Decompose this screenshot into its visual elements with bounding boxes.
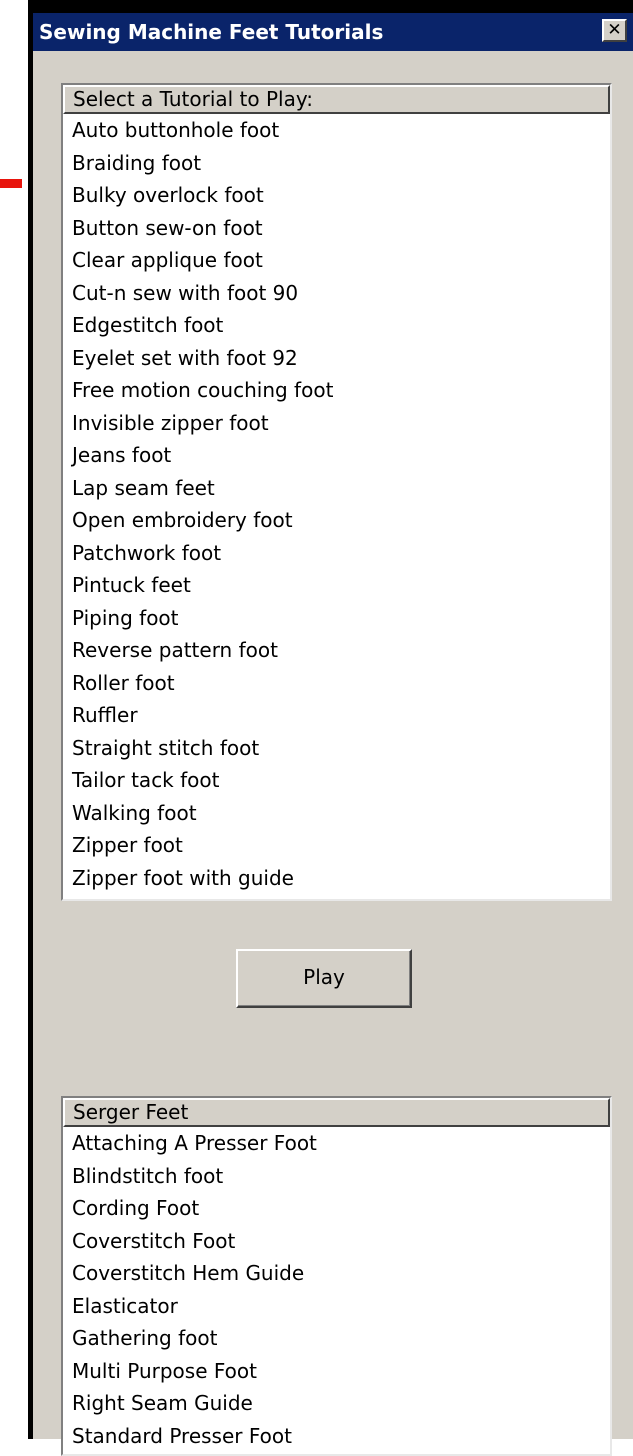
tutorial-list-item[interactable]: Braiding foot — [63, 147, 610, 180]
tutorial-list-item[interactable]: Pintuck feet — [63, 569, 610, 602]
tutorial-list-item[interactable]: Open embroidery foot — [63, 504, 610, 537]
tutorial-list-item[interactable]: Button sew-on foot — [63, 212, 610, 245]
page-background — [0, 0, 28, 1439]
serger-list-item[interactable]: Blindstitch foot — [63, 1160, 610, 1193]
serger-list-item[interactable]: Multi Purpose Foot — [63, 1355, 610, 1388]
tutorial-list-item[interactable]: Free motion couching foot — [63, 374, 610, 407]
tutorial-list-item[interactable]: Eyelet set with foot 92 — [63, 342, 610, 375]
tutorial-list-item[interactable]: Reverse pattern foot — [63, 634, 610, 667]
serger-list-item[interactable]: Coverstitch Foot — [63, 1225, 610, 1258]
tutorial-list-item[interactable]: Jeans foot — [63, 439, 610, 472]
tutorial-list-item[interactable]: Clear applique foot — [63, 244, 610, 277]
tutorial-list-item[interactable]: Bulky overlock foot — [63, 179, 610, 212]
tutorial-list-item[interactable]: Roller foot — [63, 667, 610, 700]
play-button[interactable]: Play — [236, 949, 412, 1008]
serger-listbox[interactable]: Serger Feet Attaching A Presser Foot Blin… — [61, 1096, 612, 1456]
close-icon: ✕ — [607, 20, 622, 40]
serger-list-item[interactable]: Right Seam Guide — [63, 1387, 610, 1420]
close-button[interactable]: ✕ — [602, 19, 627, 42]
tutorial-list-item[interactable]: Zipper foot — [63, 829, 610, 862]
tutorial-list-header[interactable]: Select a Tutorial to Play: — [63, 85, 610, 114]
tutorial-list-item[interactable]: Lap seam feet — [63, 472, 610, 505]
tutorial-list-item[interactable]: Cut-n sew with foot 90 — [63, 277, 610, 310]
tutorial-list-item[interactable]: Tailor tack foot — [63, 764, 610, 797]
serger-list-header[interactable]: Serger Feet — [63, 1098, 610, 1127]
title-bar[interactable]: Sewing Machine Feet Tutorials ✕ — [33, 13, 633, 51]
dialog-client-area: Select a Tutorial to Play: Auto buttonho… — [33, 51, 633, 1456]
tutorial-list-item[interactable]: Invisible zipper foot — [63, 407, 610, 440]
tutorial-list-item[interactable]: Ruffler — [63, 699, 610, 732]
red-marker — [0, 179, 22, 188]
tutorial-list-item[interactable]: Straight stitch foot — [63, 732, 610, 765]
tutorial-list-item[interactable]: Piping foot — [63, 602, 610, 635]
window-title: Sewing Machine Feet Tutorials — [39, 20, 384, 44]
serger-list-item[interactable]: Standard Presser Foot — [63, 1420, 610, 1453]
serger-list-item[interactable]: Elasticator — [63, 1290, 610, 1323]
tutorial-list-item[interactable]: Auto buttonhole foot — [63, 114, 610, 147]
tutorial-list-item[interactable]: Edgestitch foot — [63, 309, 610, 342]
tutorial-list-item[interactable]: Walking foot — [63, 797, 610, 830]
serger-list-item[interactable]: Gathering foot — [63, 1322, 610, 1355]
serger-list-item[interactable]: Cording Foot — [63, 1192, 610, 1225]
tutorial-listbox[interactable]: Select a Tutorial to Play: Auto buttonho… — [61, 83, 612, 901]
tutorial-list-item[interactable]: Patchwork foot — [63, 537, 610, 570]
tutorial-list: Auto buttonhole foot Braiding foot Bulky o… — [63, 114, 610, 894]
dialog-window: Sewing Machine Feet Tutorials ✕ Select a… — [28, 0, 633, 1456]
serger-list-item[interactable]: Coverstitch Hem Guide — [63, 1257, 610, 1290]
tutorial-list-item[interactable]: Zipper foot with guide — [63, 862, 610, 895]
serger-list-item[interactable]: Attaching A Presser Foot — [63, 1127, 610, 1160]
serger-list: Attaching A Presser Foot Blindstitch foot… — [63, 1127, 610, 1452]
